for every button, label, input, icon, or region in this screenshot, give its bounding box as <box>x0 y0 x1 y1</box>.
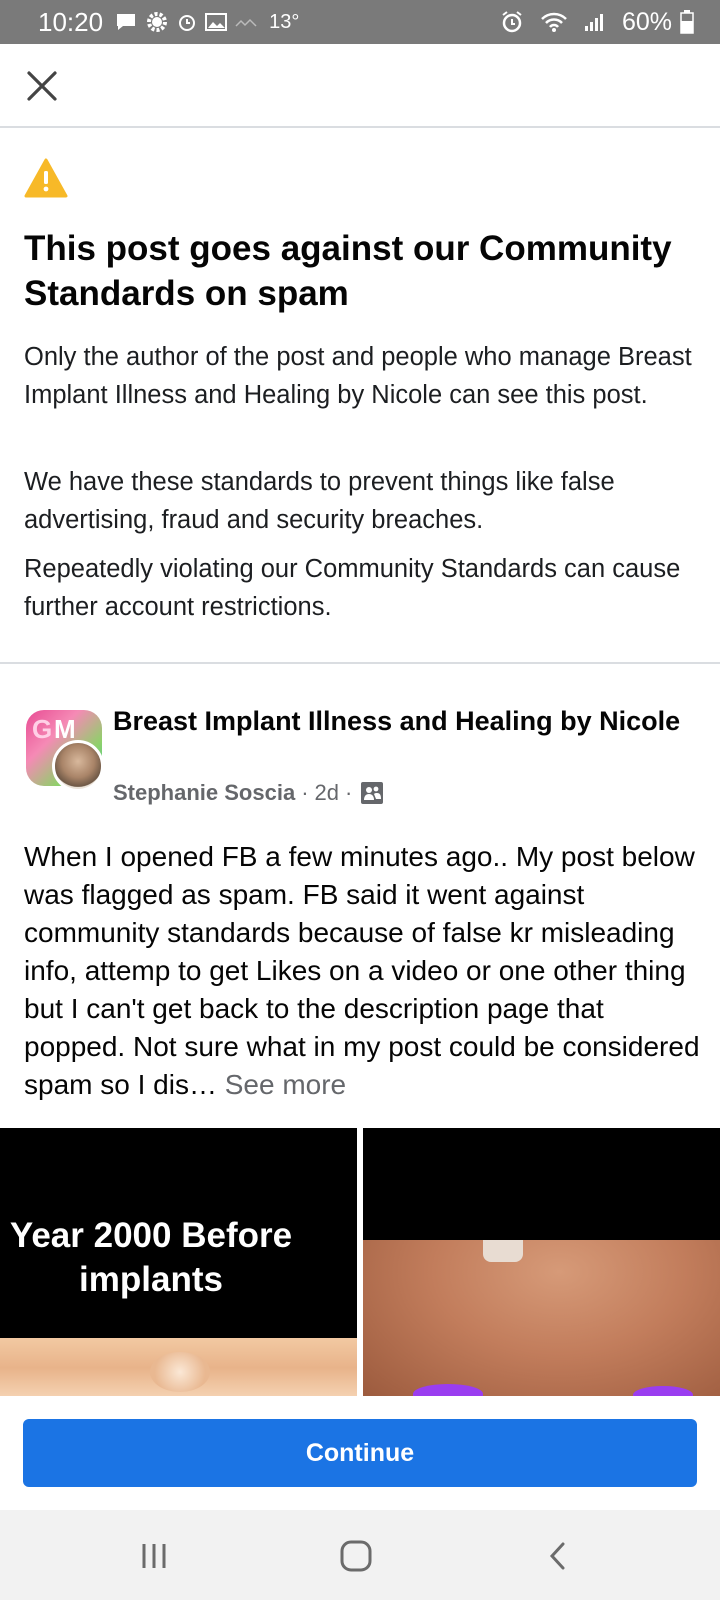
meta-separator: · <box>345 780 353 805</box>
group-name-link[interactable]: Breast Implant Illness and Healing by Ni… <box>113 704 693 739</box>
close-button[interactable] <box>18 62 66 110</box>
post-header: G M Breast Implant Illness and Healing b… <box>0 700 720 810</box>
post-meta: Stephanie Soscia · 2d · <box>113 780 384 806</box>
signal-icon <box>584 12 606 32</box>
recent-apps-button[interactable] <box>124 1530 184 1582</box>
photo-caption: Year 2000 Before implants <box>9 1216 293 1299</box>
alarm-clock-icon <box>500 10 524 34</box>
author-avatar[interactable] <box>52 740 104 792</box>
continue-area: Continue <box>0 1396 720 1510</box>
home-button[interactable] <box>326 1530 386 1582</box>
section-divider <box>0 662 720 664</box>
notice-paragraph-restrictions: Repeatedly violating our Community Stand… <box>24 555 681 621</box>
post-photo-before[interactable]: Year 2000 Before implants <box>0 1128 357 1396</box>
message-icon <box>115 11 137 33</box>
post-body: When I opened FB a few minutes ago.. My … <box>24 838 704 1104</box>
status-time: 10:20 <box>38 6 104 37</box>
post-text: When I opened FB a few minutes ago.. My … <box>24 841 700 1100</box>
notice-paragraph-standards: We have these standards to prevent thing… <box>24 468 615 534</box>
status-bar: 10:20 13° 60% <box>0 0 720 44</box>
meta-separator: · <box>301 780 309 805</box>
recent-apps-icon <box>142 1544 166 1568</box>
back-button[interactable] <box>528 1530 588 1582</box>
post-time[interactable]: 2d <box>315 780 339 806</box>
see-more-link[interactable]: See more <box>225 1069 346 1100</box>
gallery-icon <box>205 12 228 32</box>
status-temperature: 13° <box>269 10 300 33</box>
home-icon <box>340 1540 372 1572</box>
notice-title: This post goes against our Community Sta… <box>24 229 672 313</box>
alarm-icon <box>177 12 197 32</box>
battery-percent: 60% <box>621 7 672 36</box>
notice-paragraph-visibility: Only the author of the post and people w… <box>24 343 692 409</box>
post-photo-after[interactable] <box>363 1128 720 1396</box>
audience-members-icon <box>361 782 384 804</box>
system-nav-bar <box>0 1510 720 1600</box>
close-icon <box>27 71 57 101</box>
weather-icon <box>235 16 257 28</box>
continue-button[interactable]: Continue <box>23 1419 697 1487</box>
back-icon <box>549 1542 565 1570</box>
settings-gear-icon <box>145 10 169 34</box>
top-bar <box>0 44 720 128</box>
warning-icon <box>24 158 68 198</box>
battery-icon <box>680 10 694 34</box>
post-images: Year 2000 Before implants <box>0 1128 720 1396</box>
author-name-link[interactable]: Stephanie Soscia <box>113 780 295 806</box>
wifi-icon <box>540 11 568 33</box>
